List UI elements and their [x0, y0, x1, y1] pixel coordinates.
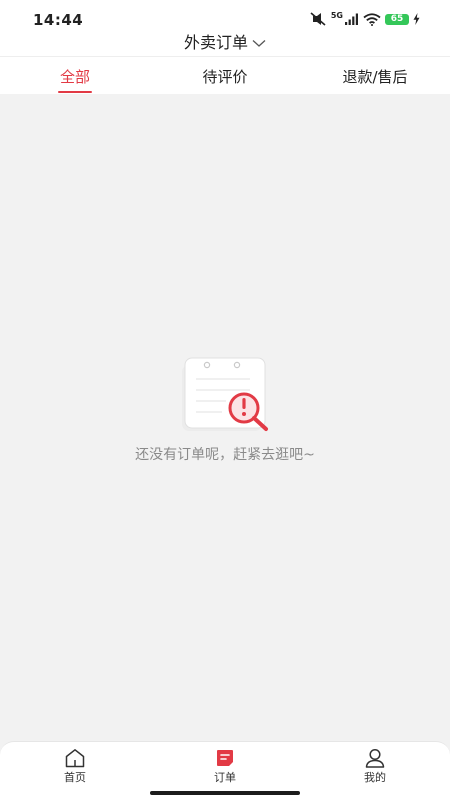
nav-label-orders: 订单 — [214, 771, 236, 784]
empty-order-illustration — [182, 357, 268, 431]
status-bar: 14:44 5G 65 — [0, 0, 450, 32]
tab-pending-review[interactable]: 待评价 — [195, 66, 255, 87]
order-icon — [217, 750, 233, 766]
active-tab-indicator — [58, 91, 92, 93]
nav-item-orders[interactable]: 订单 — [195, 748, 255, 785]
bottom-nav: 首页 订单 我的 — [0, 741, 450, 787]
empty-state-message: 还没有订单呢，赶紧去逛吧~ — [135, 447, 315, 463]
battery-icon: 65 — [385, 13, 409, 25]
order-tabs: 全部 待评价 退款/售后 — [0, 57, 450, 94]
network-type-label: 5G — [330, 11, 343, 20]
mute-icon — [310, 12, 326, 26]
tab-refund-after-sales[interactable]: 退款/售后 — [332, 66, 418, 87]
home-indicator-area — [0, 786, 450, 800]
wifi-icon — [363, 12, 381, 26]
home-icon — [65, 749, 85, 768]
home-indicator[interactable] — [150, 791, 300, 795]
chevron-down-icon — [252, 40, 266, 47]
status-time: 14:44 — [33, 11, 84, 29]
order-type-selector[interactable]: 外卖订单 — [0, 29, 450, 53]
tab-all[interactable]: 全部 — [55, 66, 95, 87]
status-icons: 5G 65 — [309, 12, 420, 26]
nav-item-home[interactable]: 首页 — [45, 748, 105, 785]
page-title: 外卖订单 — [183, 33, 248, 52]
nav-item-profile[interactable]: 我的 — [345, 748, 405, 785]
charging-bolt-icon — [413, 13, 420, 25]
nav-label-profile: 我的 — [364, 771, 386, 784]
cellular-signal-icon — [345, 13, 358, 25]
empty-state: 还没有订单呢，赶紧去逛吧~ — [0, 355, 450, 465]
page-header: 外卖订单 — [0, 32, 450, 57]
nav-label-home: 首页 — [64, 771, 86, 784]
profile-icon — [365, 748, 385, 768]
